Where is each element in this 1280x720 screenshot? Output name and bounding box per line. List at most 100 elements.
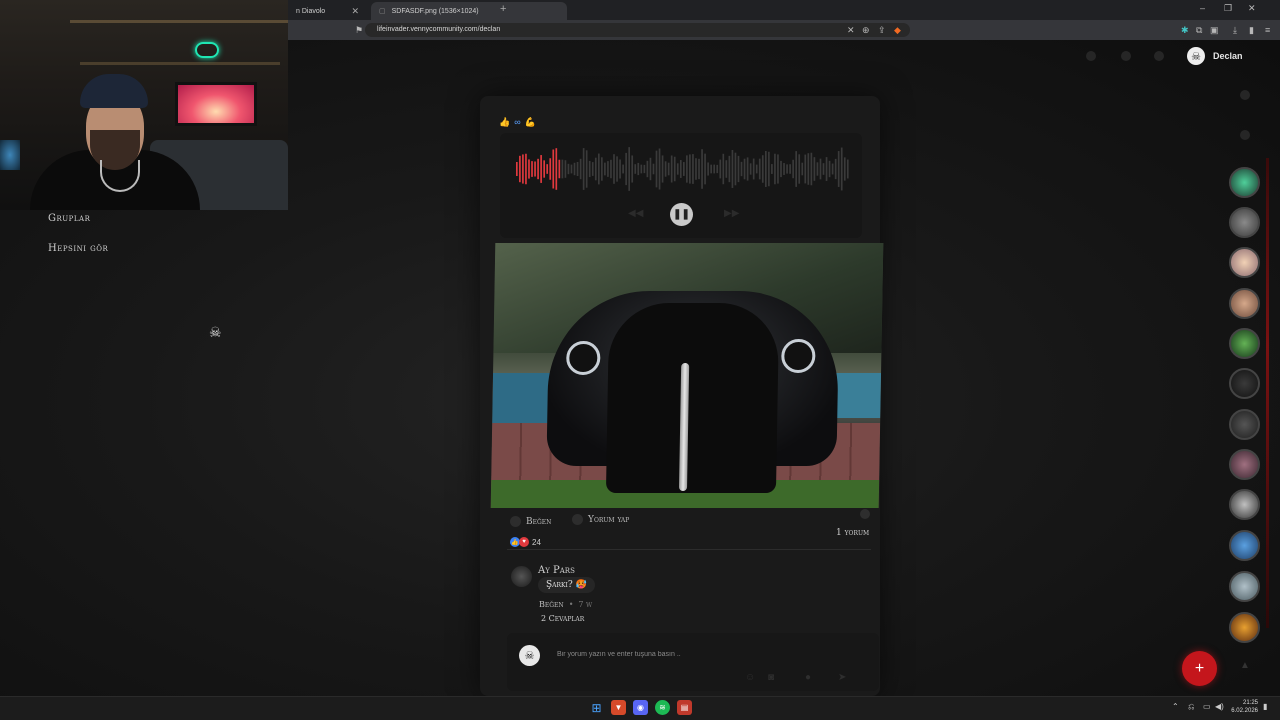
spotify-icon[interactable]: ≋ xyxy=(655,700,670,715)
comment-button[interactable]: Yorum yap xyxy=(572,514,629,525)
story-avatar[interactable] xyxy=(1229,612,1260,643)
online-users-icon[interactable] xyxy=(1240,90,1250,100)
wallet-icon[interactable]: ▣ xyxy=(1210,24,1219,36)
brave-shield-icon[interactable]: ◆ xyxy=(894,24,901,36)
zoom-icon[interactable]: ⊕ xyxy=(862,24,870,36)
waveform-bar xyxy=(737,155,740,183)
emoji-icon[interactable]: ☺ xyxy=(745,672,755,683)
strong-arm-icon: 💪 xyxy=(524,117,536,127)
waveform-bar xyxy=(761,155,764,183)
address-bar[interactable]: lifeinvader.vennycommunity.com/declan xyxy=(365,23,910,37)
like-button[interactable]: Beğen xyxy=(510,516,551,527)
microphone-icon[interactable]: ● xyxy=(805,672,811,683)
tab-image[interactable]: ▢ SDFASDF.png (1536×1024) xyxy=(371,2,567,20)
waveform-bar xyxy=(816,162,819,176)
notifications-icon[interactable]: ▮ xyxy=(1263,702,1267,711)
story-avatar[interactable] xyxy=(1229,571,1260,602)
maximize-button[interactable]: ❐ xyxy=(1224,3,1232,14)
commenter-name[interactable]: Ay Pars xyxy=(538,565,575,576)
waveform-bar xyxy=(740,161,743,177)
scroll-up-icon[interactable]: ▲ xyxy=(1240,660,1250,671)
post-reactions[interactable]: 👍 ∞ 💪 xyxy=(499,117,536,128)
waveform-bar xyxy=(658,148,661,190)
story-avatar[interactable] xyxy=(1229,167,1260,198)
tab-previous[interactable]: n Diavolo ✕ xyxy=(288,2,367,20)
story-avatar[interactable] xyxy=(1229,368,1260,399)
story-rail-scrollbar[interactable] xyxy=(1266,158,1269,628)
waveform-bar xyxy=(661,155,664,183)
new-tab-button[interactable]: + xyxy=(500,3,506,15)
like-count: 24 xyxy=(532,537,541,547)
groups-link[interactable]: Gruplar xyxy=(48,213,90,224)
notification-icon[interactable] xyxy=(1086,51,1096,61)
audio-waveform[interactable] xyxy=(516,143,850,195)
close-window-button[interactable]: ✕ xyxy=(1248,3,1256,14)
story-avatar[interactable] xyxy=(1229,207,1260,238)
volume-icon[interactable]: ◀) xyxy=(1215,702,1224,711)
extension-icon[interactable]: ✱ xyxy=(1181,24,1189,36)
like-label: Beğen xyxy=(526,516,552,527)
create-post-button[interactable]: + xyxy=(1182,651,1217,686)
menu-icon[interactable]: ≡ xyxy=(1265,24,1270,36)
search-users-icon[interactable] xyxy=(1240,130,1250,140)
download-icon[interactable]: ⤓ xyxy=(1233,24,1237,36)
waveform-bar xyxy=(783,163,785,175)
translate-icon[interactable]: ✕ xyxy=(847,24,855,36)
like-icon xyxy=(510,516,521,527)
story-avatar[interactable] xyxy=(1229,409,1260,440)
story-avatar[interactable] xyxy=(1229,489,1260,520)
story-avatar[interactable] xyxy=(1229,288,1260,319)
usb-icon[interactable]: ⎌ xyxy=(1188,702,1194,712)
profile-menu[interactable]: ☠ Declan xyxy=(1187,47,1243,65)
comment-count[interactable]: 1 yorum xyxy=(836,528,869,538)
waveform-bar xyxy=(777,154,779,184)
sidebar-toggle-icon[interactable]: ▮ xyxy=(1249,24,1254,36)
waveform-bar xyxy=(570,164,573,174)
minimize-button[interactable]: – xyxy=(1200,3,1205,13)
waveform-bar xyxy=(686,155,688,183)
share-icon[interactable]: ⇪ xyxy=(878,24,886,36)
forward-icon[interactable]: ▶▶ xyxy=(724,208,739,219)
tray-overflow-icon[interactable]: ⌃ xyxy=(1172,702,1179,711)
commenter-avatar[interactable] xyxy=(511,566,532,587)
see-all-link[interactable]: Hepsini gör xyxy=(48,243,108,254)
story-avatar[interactable] xyxy=(1229,530,1260,561)
streamer-cap xyxy=(80,74,148,108)
comment-input[interactable] xyxy=(557,645,857,663)
post-image[interactable] xyxy=(490,243,884,508)
waveform-bar xyxy=(597,153,600,185)
waveform-bar xyxy=(604,162,606,176)
shelf xyxy=(80,62,280,65)
image-hooded-figure xyxy=(605,303,780,493)
clock[interactable]: 21:25 6.02.2026 xyxy=(1228,699,1258,715)
infinity-icon: ∞ xyxy=(514,117,521,127)
rewind-icon[interactable]: ◀◀ xyxy=(628,208,643,219)
send-icon[interactable]: ➤ xyxy=(838,672,846,683)
view-replies-link[interactable]: 2 Cevaplar xyxy=(541,614,584,623)
waveform-bar xyxy=(746,157,749,181)
display-icon[interactable]: ▭ xyxy=(1203,702,1211,711)
story-avatar[interactable] xyxy=(1229,328,1260,359)
waveform-bar xyxy=(780,160,782,178)
messages-icon[interactable] xyxy=(1121,51,1131,61)
tab-title: SDFASDF.png (1536×1024) xyxy=(391,7,479,15)
extensions-puzzle-icon[interactable]: ⧉ xyxy=(1196,24,1202,36)
settings-icon[interactable] xyxy=(1154,51,1164,61)
bookmark-icon[interactable]: ⚑ xyxy=(355,24,363,36)
comment-like-button[interactable]: Beğen xyxy=(539,600,564,609)
windows-start-icon[interactable]: ⊞ xyxy=(589,700,604,715)
tab-close-icon[interactable]: ✕ xyxy=(351,6,359,17)
story-avatar[interactable] xyxy=(1229,449,1260,480)
waveform-bar xyxy=(576,161,579,177)
divider xyxy=(507,549,871,550)
share-post-icon[interactable] xyxy=(860,509,870,519)
waveform-bar xyxy=(692,154,694,184)
waveform-bar xyxy=(683,162,685,176)
calendar-app-icon[interactable]: ▤ xyxy=(677,700,692,715)
like-summary[interactable]: 👍 ♥ 24 xyxy=(510,537,541,547)
discord-icon[interactable]: ◉ xyxy=(633,700,648,715)
brave-browser-icon[interactable]: ▼ xyxy=(611,700,626,715)
camera-icon[interactable]: ◙ xyxy=(768,672,774,683)
pause-button[interactable]: ❚❚ xyxy=(670,203,693,226)
story-avatar[interactable] xyxy=(1229,247,1260,278)
